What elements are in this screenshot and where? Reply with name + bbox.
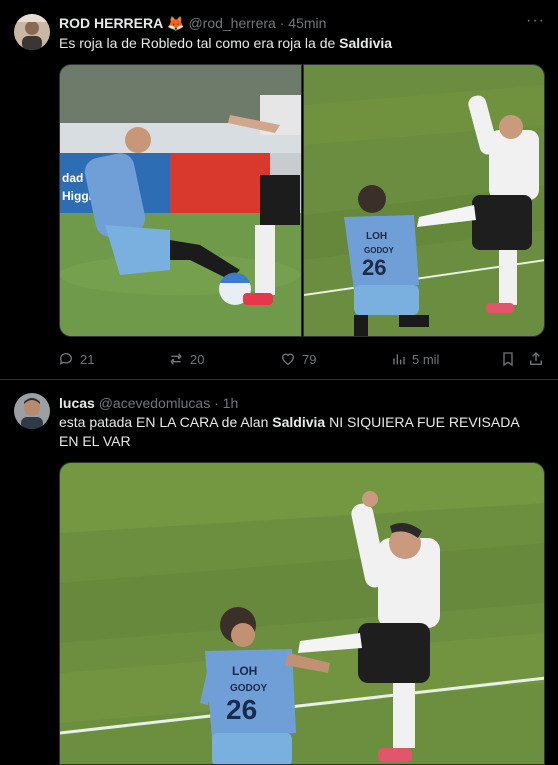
- heart-icon: [281, 353, 295, 366]
- reply-icon: [59, 353, 72, 365]
- tweet-2[interactable]: lucas @acevedomlucas · 1h esta patada EN…: [0, 380, 558, 765]
- timestamp[interactable]: 45min: [288, 15, 326, 31]
- media-photo-left[interactable]: dad Esp Higgin: [59, 64, 302, 337]
- avatar[interactable]: [14, 393, 50, 429]
- share-button[interactable]: [528, 349, 544, 369]
- tweet-text-bold: Saldivia: [272, 414, 326, 430]
- bookmark-button[interactable]: [500, 349, 516, 369]
- tweet-actions: 21 20 79 5 mil: [58, 349, 548, 369]
- jersey-name-text: GODOY: [230, 683, 268, 694]
- tweet-text: esta patada EN LA CARA de Alan Saldivia …: [59, 413, 541, 451]
- more-options-icon[interactable]: ···: [526, 12, 545, 30]
- repost-icon: [170, 353, 182, 365]
- repost-count: 20: [190, 351, 205, 367]
- fox-emoji: 🦊: [167, 15, 185, 31]
- repost-button[interactable]: 20: [168, 349, 204, 369]
- jersey-number-text: 26: [362, 255, 386, 280]
- separator-dot: ·: [214, 395, 219, 411]
- views-chart-icon: [393, 354, 405, 365]
- separator-dot: ·: [279, 15, 285, 31]
- tweet-text-part: esta patada EN LA CARA de Alan: [59, 414, 273, 430]
- tweet-1[interactable]: ROD HERRERA 🦊 @rod_herrera · 45min ··· E…: [0, 0, 558, 380]
- media-photo[interactable]: LOH GODOY 26: [59, 462, 545, 765]
- author-name[interactable]: ROD HERRERA: [59, 15, 163, 31]
- author-name[interactable]: lucas: [59, 395, 95, 411]
- tweet-header: lucas @acevedomlucas · 1h: [59, 394, 238, 412]
- like-count: 79: [302, 351, 317, 367]
- tweet-text-bold: Saldivia: [339, 35, 393, 51]
- jersey-number-text: 26: [226, 694, 257, 725]
- views-button[interactable]: 5 mil: [390, 349, 439, 369]
- media-photo-right[interactable]: LOH GODOY 26: [303, 64, 545, 337]
- author-handle[interactable]: @acevedomlucas: [99, 395, 211, 411]
- tweet-text-part: Es roja la de Robledo tal como era roja …: [59, 35, 340, 51]
- jersey-name-text: GODOY: [364, 246, 394, 255]
- tweet-header: ROD HERRERA 🦊 @rod_herrera · 45min: [59, 14, 326, 32]
- jersey-sponsor-text: LOH: [366, 231, 387, 242]
- share-icon: [530, 352, 542, 365]
- like-button[interactable]: 79: [280, 349, 316, 369]
- avatar[interactable]: [14, 14, 50, 50]
- reply-button[interactable]: 21: [58, 349, 94, 369]
- reply-count: 21: [80, 351, 95, 367]
- tweet-text: Es roja la de Robledo tal como era roja …: [59, 34, 539, 53]
- author-handle[interactable]: @rod_herrera: [188, 15, 275, 31]
- bookmark-icon: [503, 352, 513, 367]
- timestamp[interactable]: 1h: [223, 395, 239, 411]
- view-count: 5 mil: [412, 351, 440, 367]
- jersey-sponsor-text: LOH: [232, 664, 257, 678]
